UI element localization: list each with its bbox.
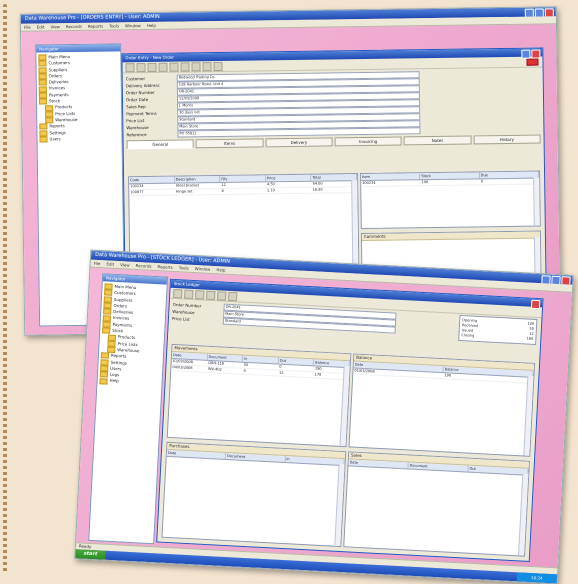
menu-reports[interactable]: Reports <box>157 263 173 271</box>
folder-icon <box>38 98 48 105</box>
table-row[interactable]: 100234 140 0 <box>361 178 540 188</box>
stock-ledger-dialog: Stock Ledger Order Number OR-2041 Warehou… <box>156 278 544 562</box>
folder-icon <box>38 79 47 86</box>
last-record-icon[interactable] <box>213 61 223 71</box>
purchases-grid: Purchases Date Document In <box>161 441 347 548</box>
minimize-icon[interactable] <box>521 49 531 59</box>
movements-grid: Movements Date Document In Out Balance 0… <box>166 343 352 448</box>
folder-icon <box>38 67 47 74</box>
tab-delivery[interactable]: Delivery <box>265 137 333 148</box>
menu-view[interactable]: View <box>50 23 60 30</box>
folder-icon <box>102 327 111 334</box>
print-icon[interactable] <box>158 62 168 72</box>
folder-icon <box>38 60 47 67</box>
menu-help[interactable]: Help <box>147 22 156 29</box>
delete-icon[interactable] <box>147 62 157 72</box>
folder-icon <box>39 130 48 137</box>
menu-edit[interactable]: Edit <box>37 23 45 30</box>
order-form: Customer Redwood Trading Co. Delivery Add… <box>123 69 424 138</box>
folder-icon <box>99 377 108 385</box>
navigator-pane: Navigator Main Menu Customers Suppliers … <box>88 273 169 545</box>
menu-records[interactable]: Records <box>135 262 151 270</box>
menu-tools[interactable]: Tools <box>179 264 189 272</box>
menu-records[interactable]: Records <box>66 23 82 30</box>
new-icon[interactable] <box>125 62 135 72</box>
menu-help[interactable]: Help <box>216 266 225 273</box>
comments-caption: Comments <box>361 231 540 242</box>
folder-icon <box>38 54 47 61</box>
tab-general[interactable]: General <box>126 139 195 150</box>
vertical-scrollbar[interactable] <box>533 177 540 226</box>
menu-edit[interactable]: Edit <box>106 260 114 267</box>
screenshot-stock-ledger: Data Warehouse Pro - [STOCK LEDGER] - Us… <box>74 249 574 584</box>
folder-icon <box>39 123 48 130</box>
dialog-title: Stock Ledger <box>173 280 201 288</box>
app-title: Data Warehouse Pro - [ORDERS ENTRY] - Us… <box>24 13 160 22</box>
start-button[interactable]: start <box>75 549 106 560</box>
filter-icon[interactable] <box>216 290 227 301</box>
menu-view[interactable]: View <box>120 261 130 268</box>
save-icon[interactable] <box>136 62 146 72</box>
folder-icon <box>38 73 47 80</box>
tab-items[interactable]: Items <box>195 138 264 149</box>
folder-icon <box>45 111 54 118</box>
save-icon[interactable] <box>184 289 194 299</box>
new-icon[interactable] <box>173 288 183 298</box>
navigator-tree: Main Menu Customers Suppliers Orders Del… <box>97 281 166 389</box>
summary-box: Opening 128 Received 50 Issued 12 Closing 16… <box>458 314 538 345</box>
close-icon[interactable] <box>531 49 541 59</box>
dialog-title: Order Entry - New Order <box>125 54 175 61</box>
sales-grid: Sales Date Document Out <box>343 451 530 557</box>
menu-window[interactable]: Window <box>194 265 211 273</box>
prev-record-icon[interactable] <box>191 61 201 71</box>
tab-history[interactable]: History <box>473 134 541 145</box>
print-icon[interactable] <box>195 289 205 300</box>
tree-item[interactable]: Users <box>39 135 119 143</box>
menu-reports[interactable]: Reports <box>88 23 103 30</box>
navigator-tree: Main Menu Customers Suppliers Orders Del… <box>36 51 121 144</box>
dialog-controls <box>530 299 541 310</box>
folder-icon <box>45 104 54 111</box>
dialog-controls <box>521 49 541 59</box>
stock-grid: Item Stock Due 100234 140 0 <box>360 170 541 230</box>
folder-icon <box>38 86 47 93</box>
folder-icon <box>39 136 48 143</box>
vertical-scrollbar[interactable] <box>523 375 534 456</box>
vertical-scrollbar[interactable] <box>518 473 529 556</box>
refresh-icon[interactable] <box>227 291 238 301</box>
system-tray-clock: 10:24 <box>516 572 558 584</box>
menu-tools[interactable]: Tools <box>109 22 119 29</box>
search-icon[interactable] <box>206 290 216 300</box>
search-icon[interactable] <box>169 62 179 72</box>
balance-grid: Balance Date Balance 01/03/2008 190 <box>348 353 536 457</box>
close-icon[interactable] <box>530 299 541 310</box>
folder-icon <box>38 92 47 99</box>
first-record-icon[interactable] <box>180 61 190 72</box>
stitched-border <box>3 4 7 574</box>
tab-notes[interactable]: Notes <box>403 135 472 146</box>
tab-invoicing[interactable]: Invoicing <box>334 136 402 147</box>
menu-window[interactable]: Window <box>125 22 141 29</box>
alert-button[interactable] <box>526 58 539 66</box>
status-text: Ready <box>78 543 92 549</box>
menu-file[interactable]: File <box>94 260 101 267</box>
next-record-icon[interactable] <box>202 61 212 71</box>
menu-file[interactable]: File <box>24 24 31 31</box>
